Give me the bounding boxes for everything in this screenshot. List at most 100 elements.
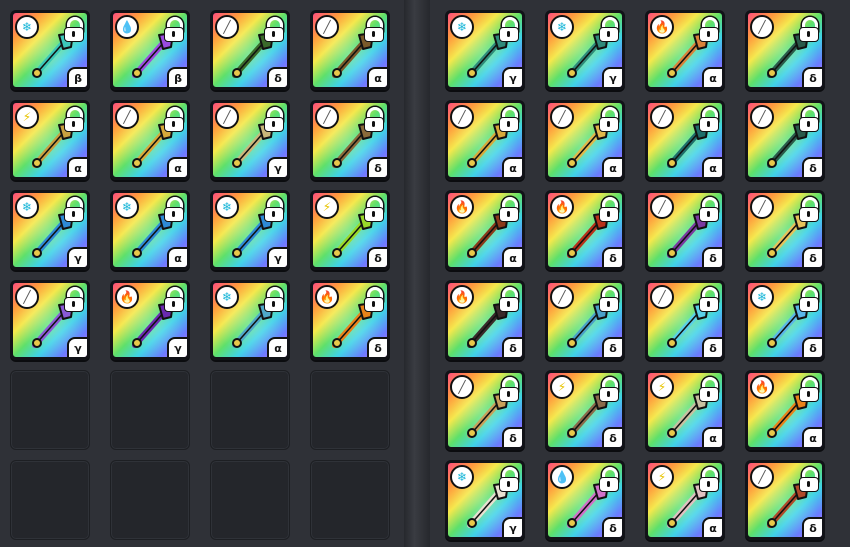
empty-slot[interactable] — [310, 370, 390, 450]
lock-icon[interactable] — [499, 287, 519, 313]
item-card-dark-scythe[interactable]: ╱ δ — [745, 100, 825, 180]
item-card-lava-fist[interactable]: 🔥 α — [745, 370, 825, 450]
lock-icon[interactable] — [699, 287, 719, 313]
lock-icon[interactable] — [699, 197, 719, 223]
item-card-golden-bow[interactable]: ╱ δ — [445, 370, 525, 450]
lock-icon[interactable] — [164, 197, 184, 223]
lock-icon[interactable] — [599, 467, 619, 493]
lock-icon[interactable] — [64, 287, 84, 313]
lock-icon[interactable] — [64, 107, 84, 133]
item-card-spiked-gauntlet[interactable]: ╱ α — [310, 10, 390, 90]
physical-element-icon: ╱ — [650, 195, 674, 219]
lock-icon[interactable] — [799, 17, 819, 43]
lock-icon[interactable] — [264, 197, 284, 223]
item-card-spiked-shield[interactable]: ╱ α — [645, 100, 725, 180]
empty-slot[interactable] — [110, 370, 190, 450]
item-card-fairy-wand[interactable]: 💧 δ — [545, 460, 625, 540]
lock-icon[interactable] — [599, 287, 619, 313]
item-card-crest-shield[interactable]: ╱ δ — [745, 460, 825, 540]
lock-icon[interactable] — [264, 17, 284, 43]
physical-element-icon: ╱ — [315, 15, 339, 39]
item-card-long-blade[interactable]: ⚡ α — [645, 370, 725, 450]
grade-badge: δ — [267, 67, 287, 87]
empty-slot[interactable] — [110, 460, 190, 540]
item-card-dark-scythe[interactable]: ╱ δ — [745, 10, 825, 90]
lock-icon[interactable] — [599, 197, 619, 223]
item-card-totem-club[interactable]: ╱ δ — [645, 190, 725, 270]
lock-icon[interactable] — [599, 107, 619, 133]
grade-badge: δ — [602, 517, 622, 537]
item-card-lava-axe[interactable]: 🔥 α — [445, 190, 525, 270]
lock-icon[interactable] — [164, 107, 184, 133]
lock-icon[interactable] — [499, 377, 519, 403]
lock-icon[interactable] — [499, 197, 519, 223]
lock-icon[interactable] — [799, 107, 819, 133]
empty-slot[interactable] — [10, 460, 90, 540]
item-card-golden-axe[interactable]: ╱ α — [110, 100, 190, 180]
lock-icon[interactable] — [499, 17, 519, 43]
lock-icon[interactable] — [799, 287, 819, 313]
physical-element-icon: ╱ — [750, 195, 774, 219]
lock-icon[interactable] — [499, 467, 519, 493]
item-card-cross-shield[interactable]: 🔥 α — [645, 10, 725, 90]
lock-icon[interactable] — [64, 17, 84, 43]
grade-badge: δ — [602, 247, 622, 267]
item-card-spiked-gauntlet[interactable]: ╱ δ — [310, 100, 390, 180]
lock-icon[interactable] — [799, 197, 819, 223]
item-card-curved-blade[interactable]: ❄ β — [10, 10, 90, 90]
item-card-ice-gauntlet[interactable]: ❄ δ — [745, 280, 825, 360]
item-card-crystal-sword[interactable]: 💧 β — [110, 10, 190, 90]
lock-icon[interactable] — [699, 17, 719, 43]
lock-icon[interactable] — [364, 197, 384, 223]
lock-icon[interactable] — [364, 287, 384, 313]
lock-icon[interactable] — [264, 287, 284, 313]
lock-icon[interactable] — [799, 377, 819, 403]
item-card-lava-staff[interactable]: 🔥 δ — [545, 190, 625, 270]
item-card-eye-shield[interactable]: ❄ γ — [545, 10, 625, 90]
item-card-feather-wand[interactable]: ❄ γ — [10, 190, 90, 270]
empty-slot[interactable] — [310, 460, 390, 540]
grade-badge: γ — [502, 67, 522, 87]
item-card-trident[interactable]: ╱ δ — [545, 280, 625, 360]
physical-element-icon: ╱ — [115, 105, 139, 129]
empty-slot[interactable] — [210, 370, 290, 450]
lock-icon[interactable] — [799, 467, 819, 493]
lock-icon[interactable] — [699, 377, 719, 403]
item-card-feather-wand[interactable]: ❄ α — [110, 190, 190, 270]
item-card-lava-fist[interactable]: 🔥 δ — [310, 280, 390, 360]
lock-icon[interactable] — [364, 17, 384, 43]
grade-badge: α — [602, 157, 622, 177]
item-card-golden-staff[interactable]: ╱ α — [445, 100, 525, 180]
item-card-crystal-blade[interactable]: ╱ γ — [10, 280, 90, 360]
lock-icon[interactable] — [699, 467, 719, 493]
empty-slot[interactable] — [210, 460, 290, 540]
item-card-wing-shield[interactable]: ⚡ δ — [545, 370, 625, 450]
lock-icon[interactable] — [599, 377, 619, 403]
item-card-battery-cannon[interactable]: ⚡ δ — [310, 190, 390, 270]
grade-badge: γ — [67, 247, 87, 267]
lock-icon[interactable] — [599, 17, 619, 43]
item-card-golden-helm[interactable]: ╱ α — [545, 100, 625, 180]
lock-icon[interactable] — [364, 107, 384, 133]
lock-icon[interactable] — [164, 17, 184, 43]
item-card-ice-mask[interactable]: ╱ δ — [645, 280, 725, 360]
lock-icon[interactable] — [499, 107, 519, 133]
lock-icon[interactable] — [699, 107, 719, 133]
item-card-bone-club[interactable]: ❄ γ — [445, 460, 525, 540]
item-card-bone-scythe[interactable]: ╱ γ — [210, 100, 290, 180]
lock-icon[interactable] — [64, 197, 84, 223]
lock-icon[interactable] — [164, 287, 184, 313]
item-card-feather-spear[interactable]: ⚡ α — [645, 460, 725, 540]
empty-slot[interactable] — [10, 370, 90, 450]
item-card-thorn-staff[interactable]: ╱ δ — [210, 10, 290, 90]
item-card-spiked-axe[interactable]: 🔥 δ — [445, 280, 525, 360]
item-card-golden-chalice[interactable]: ╱ δ — [745, 190, 825, 270]
item-card-eye-shield[interactable]: ❄ γ — [445, 10, 525, 90]
item-card-golden-staff[interactable]: ⚡ α — [10, 100, 90, 180]
grade-badge: δ — [802, 157, 822, 177]
grade-badge: δ — [367, 247, 387, 267]
item-card-dark-claw[interactable]: 🔥 γ — [110, 280, 190, 360]
item-card-feather-wand[interactable]: ❄ γ — [210, 190, 290, 270]
lock-icon[interactable] — [264, 107, 284, 133]
item-card-ice-cannon[interactable]: ❄ α — [210, 280, 290, 360]
